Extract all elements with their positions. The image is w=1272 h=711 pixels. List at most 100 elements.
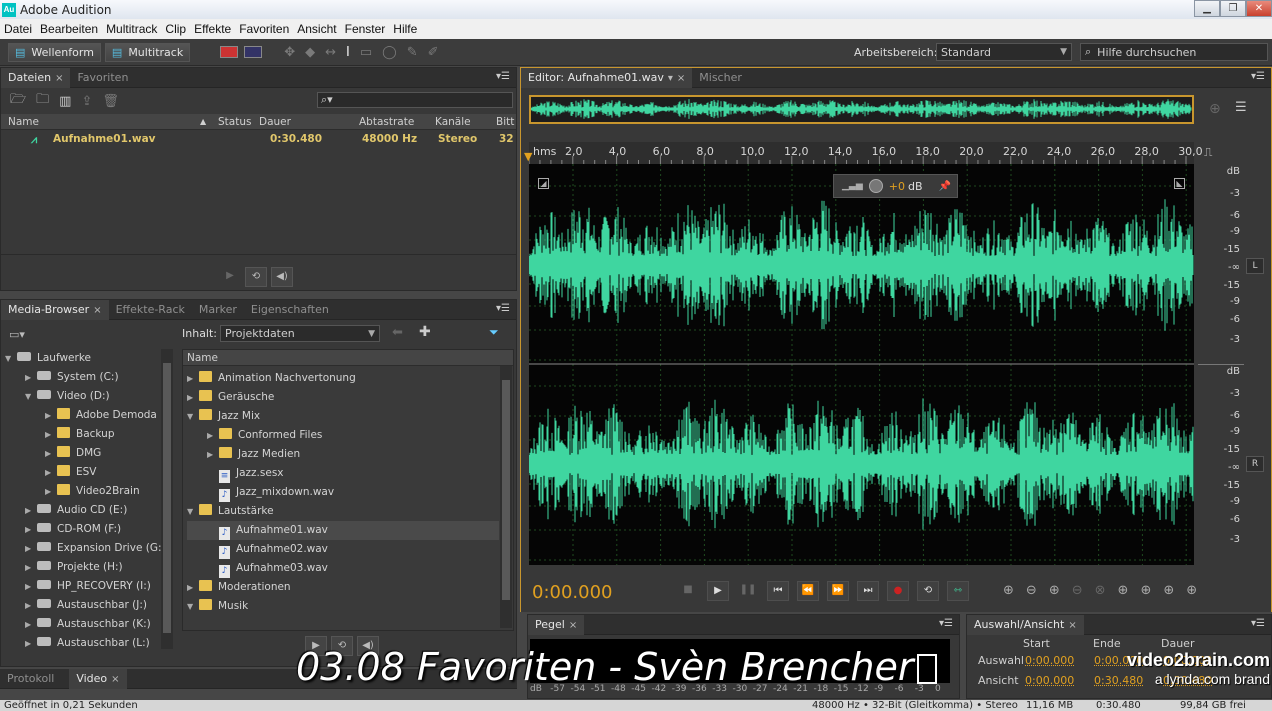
tab-media-browser[interactable]: Media-Browser × [1, 299, 109, 320]
menu-bearbeiten[interactable]: Bearbeiten [36, 22, 102, 36]
zoom-out-full-icon[interactable]: ⊗ [1095, 583, 1106, 598]
tree-item[interactable]: ▼ Lautstärke [187, 502, 499, 521]
tree-item[interactable]: ▶ Backup [5, 425, 161, 444]
menu-fenster[interactable]: Fenster [341, 22, 390, 36]
tree-item[interactable]: ▶ Conformed Files [187, 426, 499, 445]
expand-arrow-icon[interactable]: ▼ [187, 597, 199, 616]
spot-healing-tool-icon[interactable]: ✐ [428, 45, 439, 60]
tree-item[interactable]: ▶ HP_RECOVERY (I:) [5, 577, 161, 596]
tree-item[interactable]: ▶ System (C:) [5, 368, 161, 387]
collapse-arrow-icon[interactable]: ▶ [25, 596, 37, 615]
close-icon[interactable]: × [93, 305, 101, 316]
list-icon[interactable]: ☰ [1235, 100, 1247, 115]
pin-icon[interactable]: 📌 [939, 181, 951, 192]
chevron-down-icon[interactable]: ▾ [668, 73, 673, 84]
close-icon[interactable]: × [677, 73, 685, 84]
tree-item[interactable]: ▶ ESV [5, 463, 161, 482]
menu-multitrack[interactable]: Multitrack [102, 22, 161, 36]
expand-arrow-icon[interactable]: ▼ [5, 349, 17, 368]
drive-view-icon[interactable]: ▭▾ [9, 328, 25, 341]
collapse-arrow-icon[interactable]: ▶ [207, 445, 219, 464]
tree-item[interactable]: ▶ Moderationen [187, 578, 499, 597]
help-search-field[interactable]: ⌕ Hilfe durchsuchen [1080, 43, 1268, 61]
fade-out-handle-icon[interactable]: ◣ [1174, 178, 1185, 189]
collapse-arrow-icon[interactable]: ▶ [25, 634, 37, 649]
expand-arrow-icon[interactable]: ▼ [187, 502, 199, 521]
add-shortcut-icon[interactable]: ✚ [419, 324, 431, 340]
close-icon[interactable]: × [55, 73, 63, 84]
play-icon[interactable]: ▶ [219, 267, 241, 287]
collapse-arrow-icon[interactable]: ▶ [25, 539, 37, 558]
move-tool-icon[interactable]: ✥ [284, 45, 295, 60]
zoom-out-point-icon[interactable]: ⊕ [1163, 583, 1174, 598]
time-ruler[interactable]: hms 2,0 4,0 6,0 8,0 10,0 12,0 14,0 16,0 18,0 20,0… [529, 142, 1203, 164]
tree-item[interactable]: ▶ CD-ROM (F:) [5, 520, 161, 539]
tree-item[interactable]: ▶ DMG [5, 444, 161, 463]
panel-menu-icon[interactable]: ▾☰ [1251, 71, 1265, 82]
waveform-display[interactable]: ◢ ◣ ▁▃▅ +0 dB 📌 [528, 164, 1231, 565]
collapse-arrow-icon[interactable]: ▶ [45, 425, 57, 444]
minimize-button[interactable]: ▁ [1194, 0, 1220, 17]
col-name[interactable]: Name [187, 352, 218, 364]
close-icon[interactable]: × [111, 674, 119, 685]
spectral-frequency-icon[interactable] [220, 46, 239, 58]
files-search-field[interactable]: ⌕▾ [317, 92, 513, 108]
import-icon[interactable]: 🗀 [36, 90, 49, 112]
tree-item[interactable]: ▶ Jazz Medien [187, 445, 499, 464]
tab-properties[interactable]: Eigenschaften [244, 300, 336, 320]
tree-item[interactable]: ▼ Musik [187, 597, 499, 616]
tree-item[interactable]: ♪ Aufnahme03.wav [187, 559, 499, 578]
tree-item[interactable]: ▼ Video (D:) [5, 387, 161, 406]
razor-tool-icon[interactable]: ◆ [305, 45, 315, 60]
tab-selection-view[interactable]: Auswahl/Ansicht × [967, 614, 1084, 635]
gain-knob[interactable] [868, 179, 883, 193]
skip-to-start-icon[interactable]: ⏮ [767, 581, 789, 601]
filter-icon[interactable]: ⏷ [489, 325, 499, 340]
pause-icon[interactable]: ❚❚ [737, 581, 759, 601]
close-icon[interactable]: × [569, 620, 577, 631]
collapse-arrow-icon[interactable]: ▶ [25, 368, 37, 387]
fade-in-handle-icon[interactable]: ◢ [538, 178, 549, 189]
tree-item[interactable]: ▶ Austauschbar (L:) [5, 634, 161, 649]
tab-video[interactable]: Video × [69, 668, 127, 689]
tree-item[interactable]: ▶ Animation Nachvertonung [187, 369, 499, 388]
tree-item[interactable]: ▶ Geräusche [187, 388, 499, 407]
lasso-tool-icon[interactable]: ◯ [382, 45, 397, 60]
autoplay-icon[interactable]: ◀) [271, 267, 293, 287]
multitrack-view-button[interactable]: ▤ Multitrack [104, 42, 191, 62]
fast-forward-icon[interactable]: ⏩ [827, 581, 849, 601]
zoom-reset-icon[interactable]: ⊕ [1186, 583, 1197, 598]
waveform-view-button[interactable]: ▤ Wellenform [8, 42, 101, 62]
loop-icon[interactable]: ⟲ [245, 267, 267, 287]
drive-scrollbar[interactable] [161, 349, 173, 649]
folder-scrollbar[interactable] [500, 366, 512, 628]
tree-item[interactable]: ♪ Jazz_mixdown.wav [187, 483, 499, 502]
collapse-arrow-icon[interactable]: ▶ [45, 482, 57, 501]
slip-tool-icon[interactable]: ↔ [325, 45, 336, 60]
collapse-arrow-icon[interactable]: ▶ [187, 388, 199, 407]
insert-icon[interactable]: ⇪ [81, 94, 92, 109]
collapse-arrow-icon[interactable]: ▶ [45, 406, 57, 425]
tab-files[interactable]: Dateien × [1, 67, 71, 88]
close-icon[interactable]: × [1068, 620, 1076, 631]
menu-hilfe[interactable]: Hilfe [389, 22, 421, 36]
content-dropdown[interactable]: Projektdaten ▼ [220, 325, 380, 342]
stop-icon[interactable]: ■ [677, 581, 699, 601]
tree-item[interactable]: ▶ Audio CD (E:) [5, 501, 161, 520]
back-arrow-icon[interactable]: ⬅ [392, 325, 403, 340]
new-file-icon[interactable]: ▥ [59, 94, 71, 109]
zoom-out-amplitude-icon[interactable]: ⊖ [1026, 583, 1037, 598]
marquee-tool-icon[interactable]: ▭ [360, 45, 372, 60]
skip-selection-icon[interactable]: ⇿ [947, 581, 969, 601]
menu-ansicht[interactable]: Ansicht [293, 22, 340, 36]
brush-tool-icon[interactable]: ✎ [407, 45, 418, 60]
expand-arrow-icon[interactable]: ▼ [25, 387, 37, 406]
zoom-in-time-icon[interactable]: ⊕ [1049, 583, 1060, 598]
col-bit[interactable]: Bitt [496, 116, 514, 128]
tab-editor[interactable]: Editor: Aufnahme01.wav ▾ × [521, 67, 693, 88]
record-icon[interactable]: ● [887, 581, 909, 601]
selection-start[interactable]: 0:00.000 [1025, 654, 1074, 667]
collapse-arrow-icon[interactable]: ▶ [187, 369, 199, 388]
panel-menu-icon[interactable]: ▾☰ [1251, 618, 1265, 629]
current-time[interactable]: 0:00.000 [532, 582, 613, 603]
